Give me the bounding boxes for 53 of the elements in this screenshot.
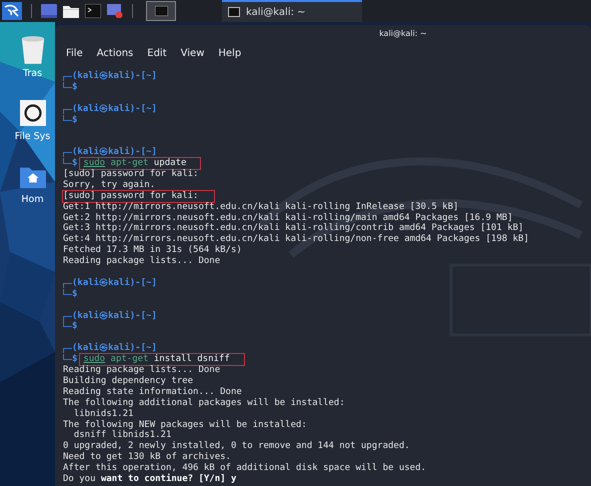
drive-icon[interactable]	[20, 99, 46, 127]
output-line: Do you want to continue? [Y/n] y	[63, 474, 236, 485]
prompt-symbol: $	[72, 354, 78, 365]
prompt-header: (kali㉿kali)-[~]	[72, 147, 157, 158]
output-line: Building dependency tree	[63, 376, 194, 387]
output-line: Get:3 http://mirrors.neusoft.edu.cn/kali kali-rolling/contrib amd64 Packages [101 kB]	[63, 223, 524, 234]
terminal-icon[interactable]	[85, 4, 101, 18]
output-line: The following additional packages will be installed:	[63, 398, 345, 409]
prompt-symbol: $	[72, 288, 78, 300]
output-line: Sorry, try again.	[63, 180, 156, 191]
desktop-icon-label: Hom	[21, 194, 44, 205]
menu-item[interactable]: Actions	[96, 48, 134, 59]
output-line: Reading package lists... Done	[63, 365, 220, 376]
dragon-logo-icon[interactable]	[2, 2, 22, 20]
menu-item[interactable]: File	[66, 48, 83, 59]
output-line: Get:4 http://mirrors.neusoft.edu.cn/kali kali-rolling/non-free amd64 Packages [198 kB]	[63, 234, 529, 245]
workspace-button[interactable]	[146, 1, 176, 21]
window-icon	[228, 7, 240, 17]
highlighted-command: sudo apt-get update	[80, 158, 200, 170]
prompt-symbol: $	[72, 82, 78, 93]
prompt-symbol: $	[72, 158, 78, 169]
window-icon	[154, 6, 168, 16]
desktop-icon-label: Tras	[22, 68, 42, 79]
output-line: Need to get 130 kB of archives.	[63, 452, 231, 463]
prompt-header: (kali㉿kali)-[~]	[72, 104, 157, 115]
highlighted-command: sudo apt-get install dsniff	[80, 354, 244, 366]
prompt-symbol: $	[72, 321, 78, 332]
taskbar-window-button[interactable]: kali@kali: ~	[222, 0, 362, 22]
output-line: Fetched 17.3 MB in 31s (564 kB/s)	[63, 245, 242, 256]
prompt-symbol: $	[72, 114, 78, 126]
output-line: Get:2 http://mirrors.neusoft.edu.cn/kali kali-rolling/main amd64 Packages [16.9 MB]	[63, 212, 513, 223]
menu-item[interactable]: Edit	[147, 48, 167, 59]
screen-recorder-icon[interactable]	[107, 4, 123, 18]
prompt-header: (kali㉿kali)-[~]	[72, 343, 157, 354]
output-line: 0 upgraded, 2 newly installed, 0 to remove and 144 not upgraded.	[63, 441, 410, 452]
menu-item[interactable]: Help	[218, 48, 242, 59]
menu-item[interactable]: View	[180, 48, 204, 59]
output-line: [sudo] password for kali:	[63, 169, 198, 180]
prompt-header: (kali㉿kali)-[~]	[72, 278, 157, 289]
window-title: kali@kali: ~	[378, 28, 428, 40]
desktop-icon-label: File Sys	[14, 131, 50, 142]
output-line: libnids1.21	[72, 408, 134, 420]
output-line: dsniff libnids1.21	[72, 430, 172, 441]
output-line: After this operation, 496 kB of additional disk space will be used.	[63, 463, 426, 474]
trash-icon[interactable]	[20, 36, 46, 64]
output-line: Reading state information... Done	[63, 386, 242, 398]
folder-icon[interactable]	[63, 4, 79, 18]
output-line: Reading package lists... Done	[63, 256, 220, 268]
prompt-header: (kali㉿kali)-[~]	[72, 71, 157, 82]
prompt-header: (kali㉿kali)-[~]	[72, 310, 157, 321]
highlighted-output-line: [sudo] password for kali:	[63, 190, 214, 202]
output-line: The following NEW packages will be installed:	[63, 420, 307, 430]
output-line: Get:1 http://mirrors.neusoft.edu.cn/kali kali-rolling InRelease [30.5 kB]	[63, 202, 459, 213]
